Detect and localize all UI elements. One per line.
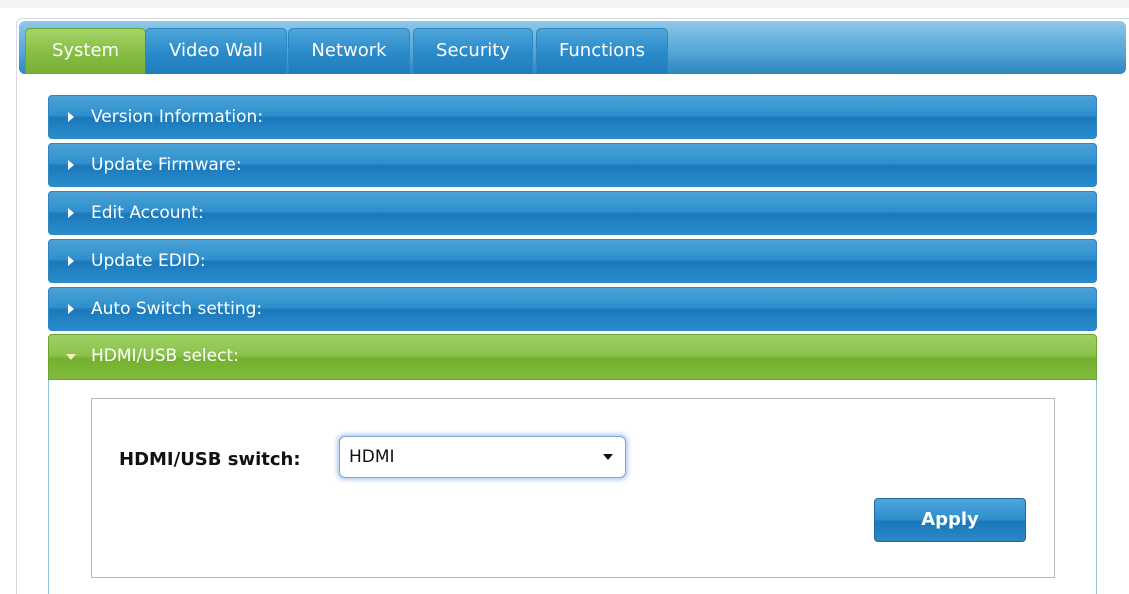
caret-right-icon [68, 160, 74, 170]
tab-bar: System Video Wall Network Security Funct… [19, 21, 1126, 74]
hdmi-usb-switch-select[interactable]: HDMI [339, 436, 626, 478]
admin-page: System Video Wall Network Security Funct… [0, 0, 1129, 594]
caret-down-icon [66, 354, 76, 360]
tab-security[interactable]: Security [413, 28, 533, 74]
accordion-update-edid[interactable]: Update EDID: [48, 239, 1097, 283]
accordion-label: HDMI/USB select: [91, 346, 239, 366]
accordion-auto-switch-setting[interactable]: Auto Switch setting: [48, 287, 1097, 331]
accordion-hdmi-usb-select[interactable]: HDMI/USB select: [48, 334, 1097, 380]
tab-functions[interactable]: Functions [536, 28, 668, 74]
accordion-label: Update Firmware: [91, 155, 242, 175]
caret-right-icon [68, 256, 74, 266]
apply-button[interactable]: Apply [874, 498, 1026, 542]
accordion-label: Update EDID: [91, 251, 206, 271]
caret-right-icon [68, 304, 74, 314]
hdmi-usb-switch-label: HDMI/USB switch: [119, 449, 301, 470]
select-value: HDMI [349, 447, 395, 467]
tab-video-wall[interactable]: Video Wall [145, 28, 287, 74]
accordion-label: Version Information: [91, 107, 264, 127]
tab-network[interactable]: Network [288, 28, 410, 74]
top-strip [0, 0, 1129, 8]
dropdown-arrow-icon [603, 454, 613, 460]
caret-right-icon [68, 112, 74, 122]
accordion-label: Auto Switch setting: [91, 299, 263, 319]
tab-system[interactable]: System [25, 28, 146, 74]
accordion-edit-account[interactable]: Edit Account: [48, 191, 1097, 235]
hdmi-usb-form-box [91, 398, 1055, 578]
accordion-version-information[interactable]: Version Information: [48, 95, 1097, 139]
caret-right-icon [68, 208, 74, 218]
accordion-label: Edit Account: [91, 203, 204, 223]
accordion-update-firmware[interactable]: Update Firmware: [48, 143, 1097, 187]
